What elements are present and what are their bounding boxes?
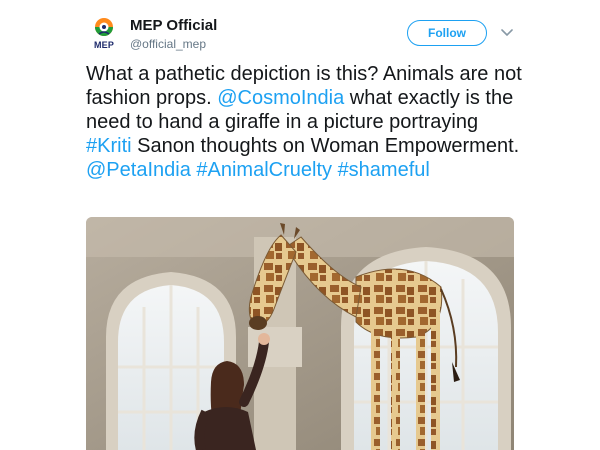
author-handle[interactable]: @official_mep (130, 37, 206, 51)
follow-button[interactable]: Follow (407, 20, 487, 46)
mention-cosmoindia-link[interactable]: @CosmoIndia (217, 87, 344, 109)
author-name[interactable]: MEP Official (130, 17, 217, 34)
avatar-logo-text: MEP (93, 40, 115, 50)
tweet-text-segment: Sanon thoughts on Woman Empowerment. (131, 135, 520, 157)
chevron-down-icon[interactable] (499, 25, 515, 41)
tweet-photo[interactable] (86, 217, 514, 450)
photo-illustration (86, 217, 514, 450)
mention-petaindia-link[interactable]: @PetaIndia (86, 159, 191, 181)
tweet-text: What a pathetic depiction is this? Anima… (86, 62, 526, 182)
hashtag-animalcruelty-link[interactable]: #AnimalCruelty (196, 159, 332, 181)
hashtag-shameful-link[interactable]: #shameful (338, 159, 430, 181)
tweet-card: MEP MEP Official @official_mep Follow Wh… (0, 0, 600, 450)
hashtag-kriti-link[interactable]: #Kriti (86, 135, 132, 157)
